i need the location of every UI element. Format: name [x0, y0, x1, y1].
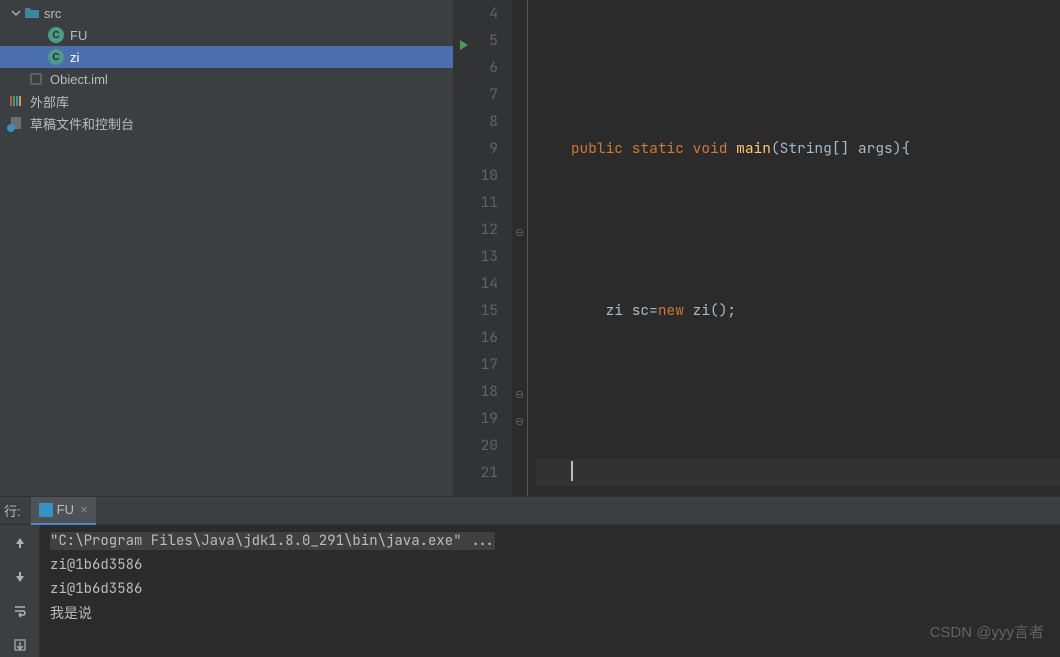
run-toolbar	[0, 525, 40, 657]
line-number: 15	[462, 297, 498, 324]
tree-label: 外部库	[30, 92, 69, 111]
fold-marker-icon[interactable]: ⊖	[515, 409, 524, 436]
console-line: zi@1b6d3586	[50, 577, 1050, 601]
folder-icon	[24, 5, 40, 21]
fold-marker-icon[interactable]: ⊖	[515, 382, 524, 409]
tree-file-iml[interactable]: Obiect.iml	[0, 68, 453, 90]
run-tab-label: FU	[57, 502, 74, 517]
soft-wrap-button[interactable]	[8, 599, 32, 623]
class-icon: C	[48, 49, 64, 65]
editor-gutter: 4 5 6 7 8 9 10 11 12 13 14 15 16 17 18 1…	[454, 0, 512, 496]
tree-label: zi	[70, 50, 79, 65]
tree-label: 草稿文件和控制台	[30, 114, 134, 133]
tree-label: Obiect.iml	[50, 72, 108, 87]
console-line: zi@1b6d3586	[50, 553, 1050, 577]
scroll-end-button[interactable]	[8, 633, 32, 657]
run-panel: 行: FU × "C:\Program Files\Java\jdk1.	[0, 496, 1060, 656]
line-number: 19	[462, 405, 498, 432]
tree-external-libraries[interactable]: 外部库	[0, 90, 453, 112]
line-number: 14	[462, 270, 498, 297]
tree-folder-src[interactable]: src	[0, 2, 453, 24]
line-number: 5	[462, 27, 498, 54]
tree-scratches[interactable]: 草稿文件和控制台	[0, 112, 453, 134]
console-line: 我是说	[50, 601, 1050, 625]
line-number: 7	[462, 81, 498, 108]
module-icon	[28, 71, 44, 87]
tree-class-fu[interactable]: C FU	[0, 24, 453, 46]
scratch-icon	[8, 115, 24, 131]
line-number: 16	[462, 324, 498, 351]
code-content[interactable]: public static void main(String[] args){ …	[528, 0, 1060, 496]
text-caret	[571, 461, 573, 481]
step-up-button[interactable]	[8, 531, 32, 555]
line-number: 6	[462, 54, 498, 81]
line-number: 4	[462, 0, 498, 27]
line-number: 18	[462, 378, 498, 405]
line-number: 11	[462, 189, 498, 216]
library-icon	[8, 93, 24, 109]
close-icon[interactable]: ×	[80, 502, 88, 517]
console-output[interactable]: "C:\Program Files\Java\jdk1.8.0_291\bin\…	[40, 525, 1060, 657]
class-icon: C	[48, 27, 64, 43]
run-config-icon	[39, 503, 53, 517]
chevron-down-icon	[8, 8, 24, 18]
line-number: 8	[462, 108, 498, 135]
line-number: 12	[462, 216, 498, 243]
fold-marker-icon[interactable]: ⊖	[515, 220, 524, 247]
tree-label: src	[44, 6, 61, 21]
project-tree: src C FU C zi Obiect.iml 外部库 草	[0, 0, 454, 496]
run-header: 行: FU ×	[0, 497, 1060, 525]
line-number: 9	[462, 135, 498, 162]
console-exec-line: "C:\Program Files\Java\jdk1.8.0_291\bin\…	[50, 532, 495, 550]
line-number: 13	[462, 243, 498, 270]
run-tab-fu[interactable]: FU ×	[31, 497, 96, 525]
code-editor[interactable]: 4 5 6 7 8 9 10 11 12 13 14 15 16 17 18 1…	[454, 0, 1060, 496]
line-number: 17	[462, 351, 498, 378]
line-number: 10	[462, 162, 498, 189]
step-down-button[interactable]	[8, 565, 32, 589]
line-number: 20	[462, 432, 498, 459]
tree-class-zi[interactable]: C zi	[0, 46, 453, 68]
tree-label: FU	[70, 28, 87, 43]
fold-column: ⊖ ⊖ ⊖	[512, 0, 528, 496]
run-tool-label: 行:	[0, 501, 31, 520]
line-number: 21	[462, 459, 498, 486]
